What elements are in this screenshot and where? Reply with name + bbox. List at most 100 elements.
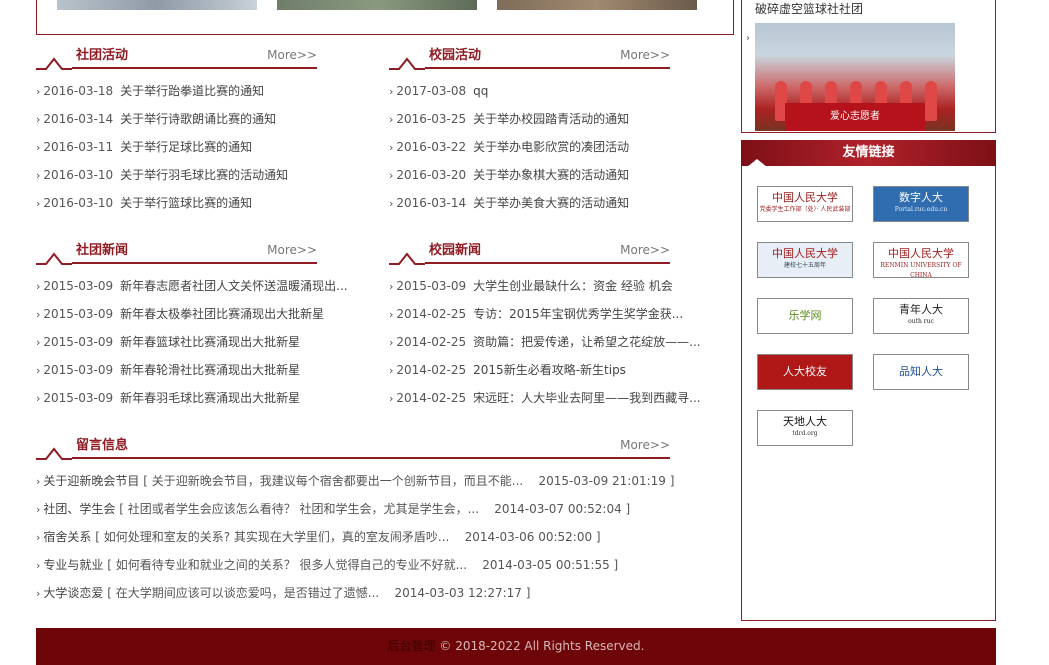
- item-link[interactable]: 关于举行跆拳道比赛的通知: [120, 84, 264, 98]
- message-subject-link[interactable]: 关于迎新晚会节目: [43, 474, 139, 488]
- campus-photo-3[interactable]: [497, 0, 697, 10]
- bullet-arrow-icon: ›: [389, 364, 394, 377]
- item-link[interactable]: 新年春羽毛球比赛涌现出大批新星: [120, 391, 300, 405]
- friendly-links-title: 友情链接: [842, 145, 895, 160]
- message-excerpt: [ 关于迎新晚会节目，我建议每个宿舍都要出一个创新节目，而且不能...: [143, 474, 524, 488]
- link-logo-subtitle: 建校七十五周年: [783, 262, 826, 269]
- item-link[interactable]: 专访：2015年宝钢优秀学生奖学金获...: [473, 307, 683, 321]
- ruc-seal-icon[interactable]: 中国人民大学 党委学生工作部（处）· 人民武装部: [757, 186, 853, 222]
- message-item: › 社团、学生会 [ 社团或者学生会应该怎么看待？ 社团和学生会，尤其是学生会，.…: [36, 495, 696, 523]
- item-link[interactable]: 关于举行羽毛球比赛的活动通知: [120, 168, 288, 182]
- link-logo-title: 人大校友: [783, 365, 827, 378]
- link-logo-subtitle: Portal.ruc.edu.cn: [894, 206, 948, 213]
- more-link[interactable]: More>>: [620, 47, 670, 63]
- list-item: › 2014-02-25 专访：2015年宝钢优秀学生奖学金获...: [389, 300, 719, 328]
- message-time: 2014-03-05 00:51:55 ]: [482, 558, 619, 572]
- message-subject-link[interactable]: 大学谈恋爱: [43, 586, 103, 600]
- item-date: 2016-03-11: [43, 140, 114, 154]
- item-link[interactable]: 2015新生必看攻略-新生tips: [473, 363, 626, 377]
- list-item: › 2014-02-25 宋远旺：人大毕业去阿里——我到西藏寻...: [389, 384, 719, 412]
- friendly-links-box: [741, 166, 996, 621]
- campus-news-section: 校园新闻 More>> › 2015-03-09 大学生创业最缺什么：资金 经验 机…: [389, 242, 701, 412]
- item-link[interactable]: 新年春志愿者社团人文关怀送温暖涌现出...: [120, 279, 347, 293]
- admin-link[interactable]: 后台管理: [388, 639, 436, 653]
- section-divider: [425, 262, 670, 264]
- club-activities-section: 社团活动 More>> › 2016-03-18 关于举行跆拳道比赛的通知 › 2016…: [36, 47, 317, 217]
- item-link[interactable]: 关于举办美食大赛的活动通知: [473, 196, 629, 210]
- bullet-arrow-icon: ›: [389, 197, 394, 210]
- ruc-alumni-logo[interactable]: 人大校友: [757, 354, 853, 390]
- item-link[interactable]: 大学生创业最缺什么：资金 经验 机会: [473, 279, 673, 293]
- youth-ruc-leaf-icon[interactable]: 青年人大 outh ruc: [873, 298, 969, 334]
- list-item: › 2016-03-10 关于举行羽毛球比赛的活动通知: [36, 161, 317, 189]
- campus-photo-2[interactable]: [277, 0, 477, 10]
- item-date: 2015-03-09: [43, 279, 114, 293]
- photo-banner-text: 爱心志愿者: [785, 103, 925, 131]
- item-link[interactable]: 新年春太极拳社团比赛涌现出大批新星: [120, 307, 324, 321]
- tdrd-logo[interactable]: 天地人大 tdrd.org: [757, 410, 853, 446]
- item-link[interactable]: 宋远旺：人大毕业去阿里——我到西藏寻...: [473, 391, 700, 405]
- item-link[interactable]: 关于举办象棋大赛的活动通知: [473, 168, 629, 182]
- campus-activities-list: › 2017-03-08 qq › 2016-03-25 关于举办校园踏青活动的通知 › 20…: [389, 77, 670, 217]
- item-date: 2015-03-09: [43, 307, 114, 321]
- message-item: › 关于迎新晚会节目 [ 关于迎新晚会节目，我建议每个宿舍都要出一个创新节目，而且…: [36, 467, 696, 495]
- bullet-arrow-icon: ›: [36, 169, 41, 182]
- item-date: 2016-03-10: [43, 168, 114, 182]
- message-subject-link[interactable]: 宿舍关系: [43, 530, 91, 544]
- item-link[interactable]: 新年春轮滑社比赛涌现出大批新星: [120, 363, 300, 377]
- list-item: › 2016-03-25 关于举办校园踏青活动的通知: [389, 105, 670, 133]
- more-link[interactable]: More>>: [267, 242, 317, 258]
- list-item: › 2015-03-09 新年春羽毛球比赛涌现出大批新星: [36, 384, 366, 412]
- section-notch-icon: [389, 252, 425, 265]
- more-link[interactable]: More>>: [620, 437, 670, 453]
- club-photo[interactable]: 爱心志愿者: [755, 23, 955, 131]
- list-item: › 2015-03-09 新年春篮球社比赛涌现出大批新星: [36, 328, 366, 356]
- bullet-arrow-icon: ›: [36, 503, 41, 516]
- section-notch-icon: [36, 57, 72, 70]
- bullet-arrow-icon: ›: [389, 336, 394, 349]
- list-item: › 2014-02-25 2015新生必看攻略-新生tips: [389, 356, 719, 384]
- list-item: › 2015-03-09 新年春太极拳社团比赛涌现出大批新星: [36, 300, 366, 328]
- campus-photo-1[interactable]: [57, 0, 257, 10]
- ruc-seal-icon[interactable]: 中国人民大学 RENMIN UNIVERSITY OF CHINA: [873, 242, 969, 278]
- item-link[interactable]: 资助篇：把爱传递，让希望之花绽放——...: [473, 335, 700, 349]
- bullet-arrow-icon: ›: [36, 475, 41, 488]
- list-item: › 2016-03-18 关于举行跆拳道比赛的通知: [36, 77, 317, 105]
- message-subject-link[interactable]: 社团、学生会: [43, 502, 115, 516]
- section-title: 社团活动: [76, 48, 129, 63]
- message-subject-link[interactable]: 专业与就业: [43, 558, 103, 572]
- ruc-75-anniversary-logo[interactable]: 中国人民大学 建校七十五周年: [757, 242, 853, 278]
- section-notch-icon: [36, 252, 72, 265]
- message-item: › 专业与就业 [ 如何看待专业和就业之间的关系？ 很多人觉得自己的专业不好就..…: [36, 551, 696, 579]
- digital-ruc-logo[interactable]: 数字人大 Portal.ruc.edu.cn: [873, 186, 969, 222]
- message-time: 2014-03-06 00:52:00 ]: [464, 530, 601, 544]
- more-link[interactable]: More>>: [620, 242, 670, 258]
- item-link[interactable]: 关于举办校园踏青活动的通知: [473, 112, 629, 126]
- item-link[interactable]: 关于举行足球比赛的通知: [120, 140, 252, 154]
- link-logo-title: 中国人民大学: [888, 247, 954, 260]
- bullet-arrow-icon: ›: [389, 113, 394, 126]
- item-link[interactable]: 关于举行篮球比赛的通知: [120, 196, 252, 210]
- link-logo-title: 青年人大: [899, 303, 943, 316]
- bullet-arrow-icon: ›: [389, 280, 394, 293]
- more-link[interactable]: More>>: [267, 47, 317, 63]
- club-news-list: › 2015-03-09 新年春志愿者社团人文关怀送温暖涌现出... › 2015-03…: [36, 272, 366, 412]
- bullet-arrow-icon: ›: [389, 85, 394, 98]
- item-date: 2015-03-09: [43, 335, 114, 349]
- item-link[interactable]: 关于举办电影欣赏的凑团活动: [473, 140, 629, 154]
- message-item: › 宿舍关系 [ 如何处理和室友的关系? 其实现在大学里们，真的室友闹矛盾吵...…: [36, 523, 696, 551]
- link-logo-subtitle: RENMIN UNIVERSITY OF CHINA: [880, 262, 962, 278]
- pinzhi-ruc-logo[interactable]: 品知人大: [873, 354, 969, 390]
- item-link[interactable]: 关于举行诗歌朗诵比赛的通知: [120, 112, 276, 126]
- club-name-link[interactable]: 破碎虚空篮球社社团: [755, 1, 863, 17]
- item-link[interactable]: qq: [473, 84, 488, 98]
- item-link[interactable]: 新年春篮球社比赛涌现出大批新星: [120, 335, 300, 349]
- section-divider: [72, 457, 670, 459]
- item-date: 2015-03-09: [396, 279, 467, 293]
- messages-section: 留言信息 More>> › 关于迎新晚会节目 [ 关于迎新晚会节目，我建议每个宿舍…: [36, 437, 674, 607]
- section-title: 社团新闻: [76, 243, 129, 258]
- lexue-star-icon[interactable]: 乐学网: [757, 298, 853, 334]
- list-item: › 2017-03-08 qq: [389, 77, 670, 105]
- message-item: › 大学谈恋爱 [ 在大学期间应该可以谈恋爱吗，是否错过了遗憾... 2014-0…: [36, 579, 696, 607]
- item-date: 2014-02-25: [396, 391, 467, 405]
